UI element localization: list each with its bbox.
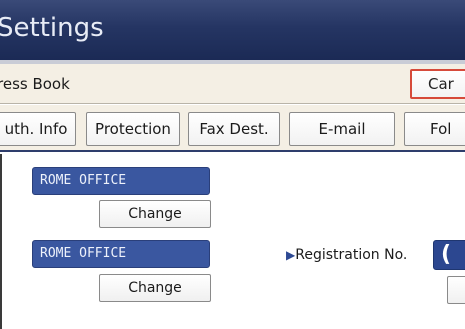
tab-email[interactable]: E-mail (289, 112, 395, 146)
tab-auth-info[interactable]: uth. Info (0, 112, 76, 146)
tab-folder[interactable]: Fol (404, 112, 465, 146)
change-button-2[interactable]: Change (99, 274, 211, 302)
registration-label-text: Registration No. (295, 247, 408, 263)
registration-change-button[interactable] (447, 276, 465, 304)
tab-protection[interactable]: Protection (86, 112, 180, 146)
name-field-2[interactable]: ROME OFFICE (32, 240, 210, 268)
page-title: Settings (0, 13, 104, 43)
breadcrumb: ress Book (0, 75, 70, 93)
registration-number-field[interactable]: ( (433, 240, 465, 270)
tab-fax-dest[interactable]: Fax Dest. (188, 112, 280, 146)
registration-number-label: ▶Registration No. (286, 246, 407, 264)
cancel-button[interactable]: Car (410, 69, 465, 99)
change-button-1[interactable]: Change (99, 200, 211, 228)
name-field-1[interactable]: ROME OFFICE (32, 167, 210, 195)
triangle-right-icon: ▶ (286, 248, 296, 262)
panel-left-border (0, 154, 2, 329)
